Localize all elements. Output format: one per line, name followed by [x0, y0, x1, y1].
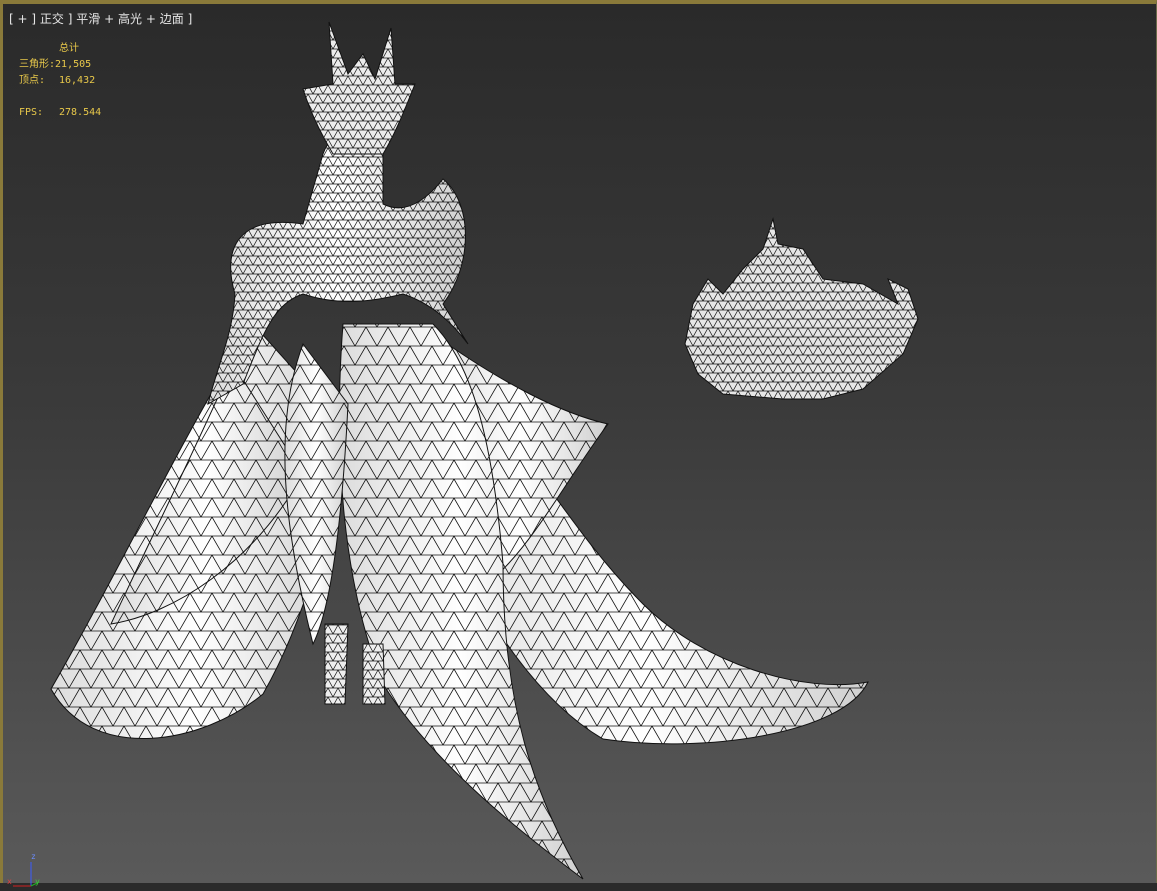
perspective-viewport[interactable]: [ + ] 正交 ] 平滑 + 高光 + 边面 ] 总计 三角形:21,505 … [0, 0, 1157, 887]
label-bracket-close-2: ] [67, 12, 73, 26]
model-head[interactable] [302, 21, 416, 155]
axis-z-label: z [31, 852, 36, 861]
viewport-shading-edged-faces[interactable]: 边面 [160, 12, 184, 26]
viewport-shading-smooth[interactable]: 平滑 [76, 12, 100, 26]
viewport-label-menu[interactable]: [ + ] 正交 ] 平滑 + 高光 + 边面 ] [9, 10, 192, 27]
axis-gizmo-icon [13, 862, 40, 887]
label-plus-2: + [145, 12, 156, 26]
label-bracket-close: ] [31, 12, 37, 26]
viewport-point-of-view[interactable]: 正交 [40, 12, 64, 26]
viewport-shading-highlights[interactable]: 高光 [118, 12, 142, 26]
axis-y-label: y [35, 877, 40, 886]
triangles-value: 21,505 [55, 59, 92, 70]
axis-x-label: x [7, 877, 12, 886]
label-plus-1: + [104, 12, 115, 26]
label-bracket-end: ] [187, 12, 193, 26]
model-tails[interactable] [50, 323, 869, 880]
vertices-label: 顶点: [19, 75, 46, 86]
model-scene[interactable] [3, 4, 1157, 887]
fps-value: 278.544 [59, 107, 102, 118]
triangles-label: 三角形: [19, 59, 56, 70]
stats-header: 总计 [59, 43, 79, 54]
label-bracket-open: [ [9, 12, 14, 26]
axis-gizmo: z x y [7, 852, 47, 887]
stats-triangles-row: 三角形:21,505 [19, 57, 101, 73]
vertices-value: 16,432 [59, 75, 96, 86]
fps-label: FPS: [19, 107, 44, 118]
stats-vertices-row: 顶点: 16,432 [19, 73, 101, 89]
viewport-menu-plus[interactable]: + [18, 12, 28, 26]
stats-fps-row: FPS: 278.544 [19, 105, 101, 121]
model-accessory[interactable] [684, 217, 919, 400]
statistics-overlay: 总计 三角形:21,505 顶点: 16,432 FPS: 278.544 [19, 41, 101, 121]
